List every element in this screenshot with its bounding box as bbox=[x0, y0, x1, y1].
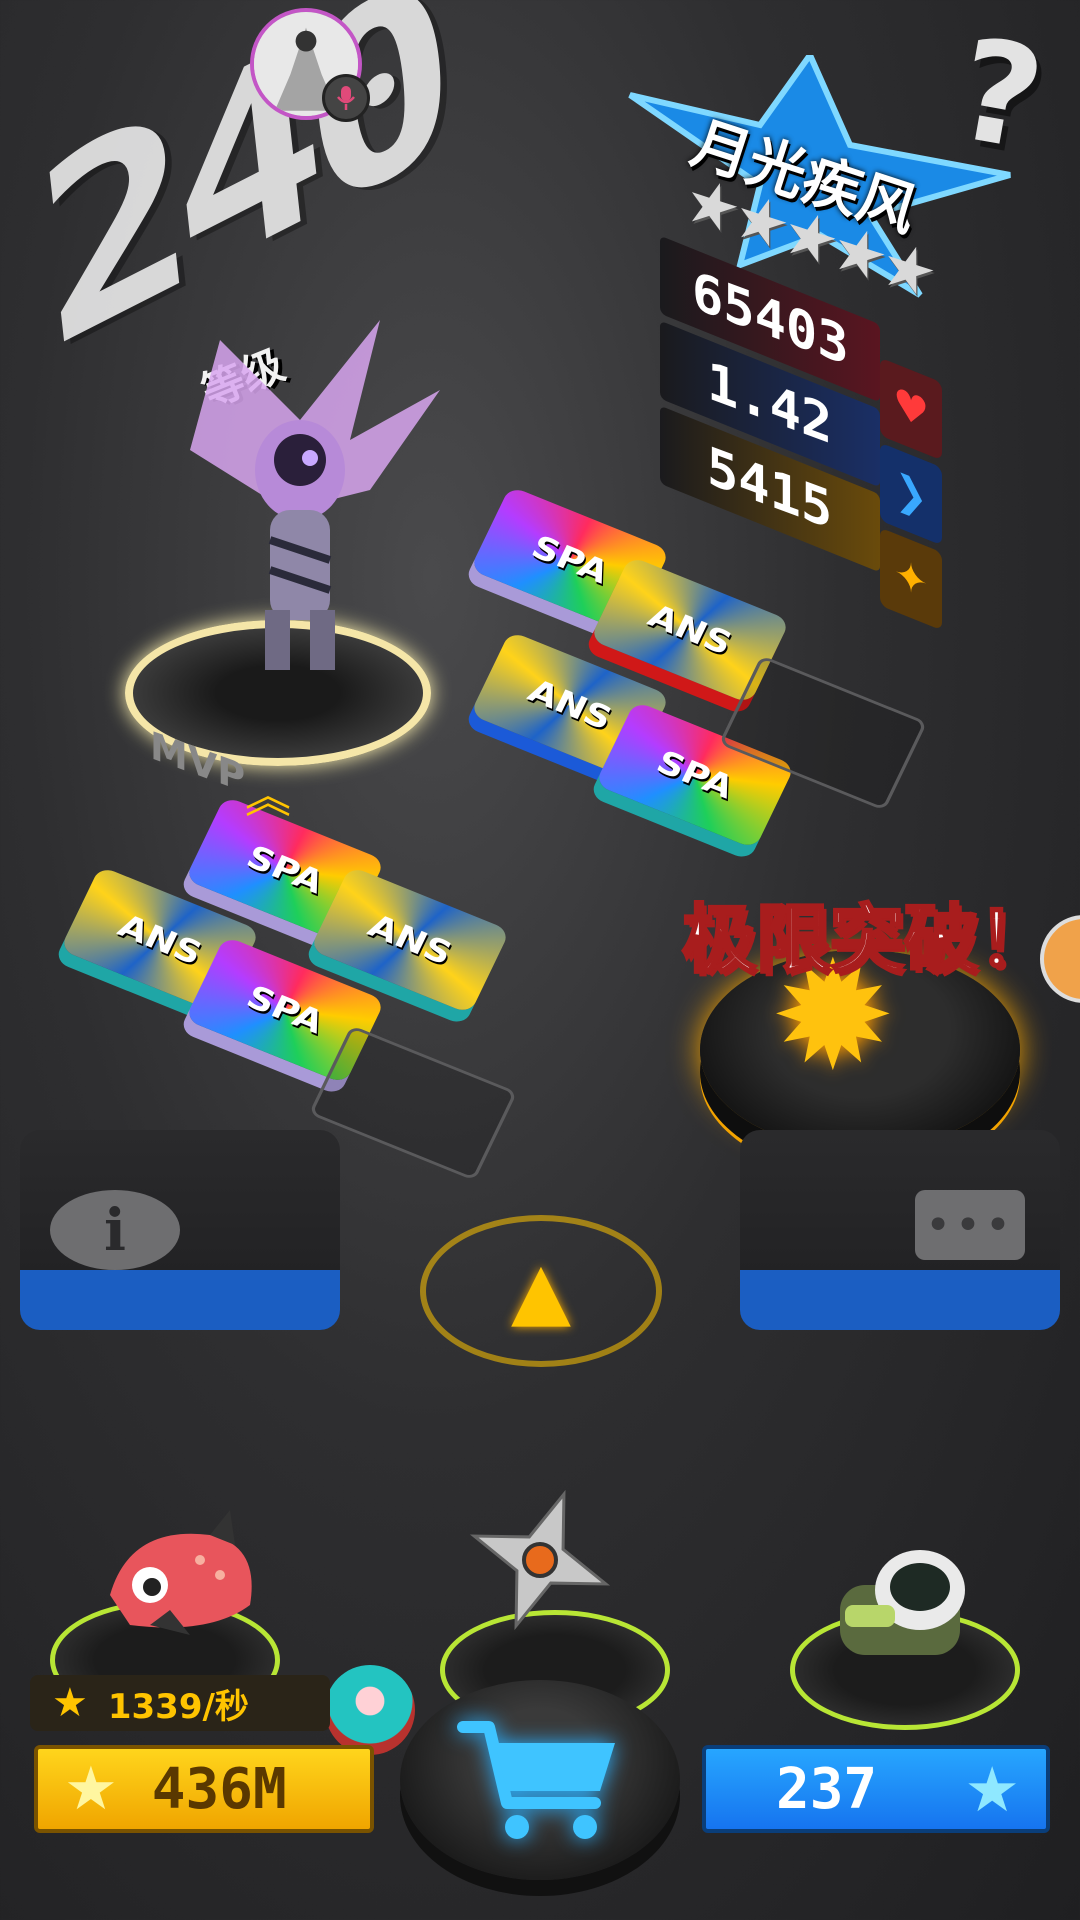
creature-robot[interactable] bbox=[820, 1545, 980, 1665]
gold-counter[interactable]: ★ 436M bbox=[34, 1745, 374, 1833]
shop-button[interactable] bbox=[400, 1680, 680, 1880]
chevron-right-icon: ❯ bbox=[880, 442, 942, 546]
star-icon: ✦ bbox=[880, 527, 942, 631]
gold-amount: 436M bbox=[151, 1756, 287, 1822]
mic-icon[interactable] bbox=[322, 74, 370, 122]
chat-button[interactable]: ••• bbox=[915, 1190, 1025, 1260]
star-icon: ★ bbox=[964, 1752, 1020, 1826]
star-icon: ★ bbox=[64, 1754, 118, 1824]
gem-amount: 237 bbox=[776, 1756, 878, 1822]
cart-icon bbox=[457, 1721, 615, 1839]
limit-break-label: 极限突破！ bbox=[681, 896, 1054, 985]
creature-red-fish[interactable] bbox=[90, 1505, 270, 1645]
gem-counter[interactable]: 237 ★ bbox=[702, 1745, 1050, 1833]
character-sprite[interactable] bbox=[150, 300, 450, 680]
helper-character[interactable] bbox=[325, 1665, 415, 1755]
info-button[interactable]: i bbox=[50, 1190, 180, 1270]
income-rate: 1339/秒 bbox=[107, 1686, 249, 1727]
move-up-button[interactable]: ▲ bbox=[420, 1215, 662, 1367]
heart-icon: ♥ bbox=[880, 357, 942, 461]
income-rate-badge: ★ 1339/秒 bbox=[30, 1675, 330, 1731]
chevron-up-icon: ︽ bbox=[245, 769, 291, 823]
star-icon: ★ bbox=[52, 1680, 88, 1726]
creature-shuriken[interactable] bbox=[460, 1480, 620, 1640]
